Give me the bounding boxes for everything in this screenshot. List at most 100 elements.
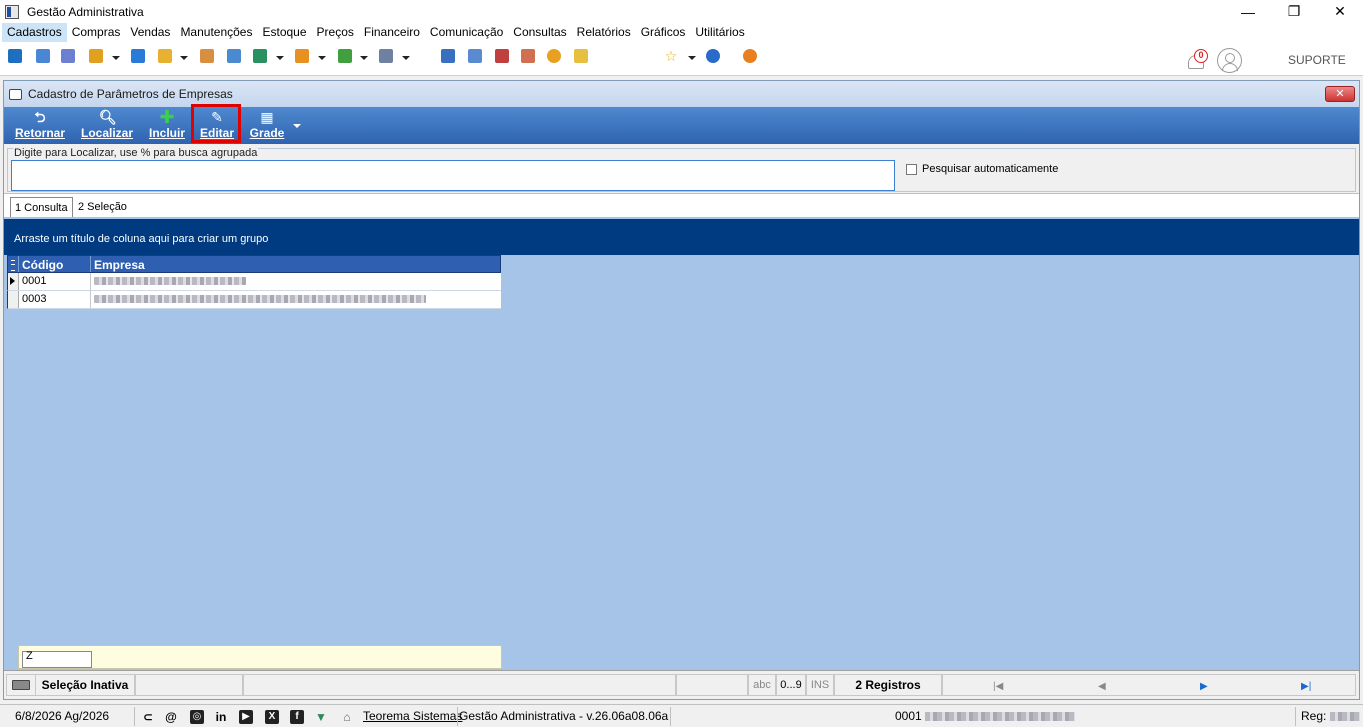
form-icon <box>9 88 22 100</box>
menu-bar: Cadastros Compras Vendas Manutenções Est… <box>0 23 1363 42</box>
form-close-button[interactable]: ✕ <box>1325 86 1355 102</box>
chevron-down-icon[interactable] <box>180 56 188 60</box>
chevron-down-icon[interactable] <box>688 56 696 60</box>
form-window: Cadastro de Parâmetros de Empresas ✕ ⮌ R… <box>3 80 1360 700</box>
localizar-button[interactable]: 🔍︎ Localizar <box>80 107 134 144</box>
footer-bar: 6/8/2026 Ag/2026 ⊂ @ ◎ in ▶ X f ▼ ⌂ Teor… <box>0 704 1363 727</box>
facebook-icon[interactable]: f <box>290 710 304 724</box>
cell-empresa[interactable] <box>91 291 501 308</box>
avatar[interactable] <box>1217 48 1242 73</box>
power-icon[interactable] <box>743 49 757 63</box>
chevron-down-icon[interactable] <box>318 56 326 60</box>
group-by-panel[interactable]: Arraste um título de coluna aqui para cr… <box>4 219 1359 255</box>
tab-consulta[interactable]: 1 Consulta <box>10 197 73 217</box>
lock-icon[interactable] <box>547 49 561 63</box>
retornar-button[interactable]: ⮌ Retornar <box>12 107 68 144</box>
star-icon[interactable]: ☆ <box>664 49 678 63</box>
search-panel: Digite para Localizar, use % para busca … <box>4 144 1359 194</box>
document-icon[interactable] <box>131 49 145 63</box>
restore-button[interactable]: ❐ <box>1271 0 1317 23</box>
form-title: Cadastro de Parâmetros de Empresas <box>28 87 233 101</box>
email-icon[interactable]: @ <box>164 710 178 724</box>
notification-bell-icon[interactable]: 0 <box>1186 49 1208 73</box>
menu-compras[interactable]: Compras <box>67 23 126 42</box>
status-ins: INS <box>806 674 834 696</box>
user-icon[interactable] <box>200 49 214 63</box>
instagram-icon[interactable]: ◎ <box>190 710 204 724</box>
id-card-icon[interactable] <box>61 49 75 63</box>
menu-cadastros[interactable]: Cadastros <box>2 23 67 42</box>
briefcase-icon[interactable] <box>8 49 22 63</box>
youtube-icon[interactable]: ▶ <box>239 710 253 724</box>
printer-icon[interactable] <box>379 49 393 63</box>
first-record-icon[interactable]: |◀ <box>993 681 1003 692</box>
icon-toolbar: ☆ 0 SUPORTE <box>0 42 1363 76</box>
auto-search-label[interactable]: Pesquisar automaticamente <box>922 163 1058 175</box>
chevron-down-icon[interactable] <box>112 56 120 60</box>
prev-record-icon[interactable]: ◀ <box>1098 681 1106 692</box>
spreadsheet-icon[interactable] <box>441 49 455 63</box>
chevron-down-icon[interactable] <box>402 56 410 60</box>
teorema-logo-icon[interactable]: ▼ <box>314 710 328 724</box>
search-input[interactable] <box>11 160 895 191</box>
x-icon[interactable]: X <box>265 710 279 724</box>
editar-highlight <box>191 104 241 143</box>
info-icon[interactable] <box>706 49 720 63</box>
schedule-icon[interactable] <box>521 49 535 63</box>
folder-icon[interactable] <box>295 49 309 63</box>
menu-comunicacao[interactable]: Comunicação <box>425 23 508 42</box>
menu-vendas[interactable]: Vendas <box>125 23 175 42</box>
headset-icon[interactable]: ⊂ <box>141 710 155 724</box>
column-header-empresa[interactable]: Empresa <box>91 256 500 272</box>
record-navigator: |◀ ◀ ▶ ▶| <box>942 674 1356 696</box>
calendar-icon[interactable] <box>495 49 509 63</box>
grid-header: Código Empresa <box>7 255 501 273</box>
close-button[interactable]: ✕ <box>1317 0 1363 23</box>
auto-search-checkbox[interactable] <box>906 164 917 175</box>
graduation-icon[interactable]: ⌂ <box>340 710 354 724</box>
filter-input[interactable]: Z <box>22 651 92 668</box>
table-row[interactable]: 0003 <box>7 291 501 309</box>
record-count: 2 Registros <box>834 674 942 696</box>
boxes-icon[interactable] <box>158 49 172 63</box>
redacted-user <box>925 712 1076 722</box>
cell-empresa[interactable] <box>91 273 501 290</box>
next-record-icon[interactable]: ▶ <box>1200 681 1208 692</box>
menu-precos[interactable]: Preços <box>312 23 359 42</box>
calculator-icon[interactable] <box>468 49 482 63</box>
chevron-down-icon[interactable] <box>293 124 301 128</box>
last-record-icon[interactable]: ▶| <box>1301 681 1311 692</box>
chevron-down-icon[interactable] <box>360 56 368 60</box>
orgchart-icon[interactable] <box>89 49 103 63</box>
user-name[interactable]: SUPORTE <box>1288 53 1346 67</box>
building-icon[interactable] <box>227 49 241 63</box>
menu-consultas[interactable]: Consultas <box>508 23 571 42</box>
title-bar: Gestão Administrativa — ❐ ✕ <box>0 0 1363 23</box>
incluir-button[interactable]: ✚ Incluir <box>147 107 187 144</box>
cell-codigo[interactable]: 0001 <box>19 273 91 290</box>
note-icon[interactable] <box>574 49 588 63</box>
menu-manutencoes[interactable]: Manutenções <box>175 23 257 42</box>
money-icon[interactable] <box>338 49 352 63</box>
table-row[interactable]: 0001 <box>7 273 501 291</box>
menu-graficos[interactable]: Gráficos <box>636 23 691 42</box>
reg-label: Reg: <box>1301 709 1360 723</box>
tab-selecao[interactable]: 2 Seleção <box>74 197 131 217</box>
menu-relatorios[interactable]: Relatórios <box>572 23 636 42</box>
minimize-button[interactable]: — <box>1225 0 1271 23</box>
cell-codigo[interactable]: 0003 <box>19 291 91 308</box>
chevron-down-icon[interactable] <box>276 56 284 60</box>
column-chooser-icon[interactable] <box>8 256 19 272</box>
menu-financeiro[interactable]: Financeiro <box>359 23 425 42</box>
search-legend: Digite para Localizar, use % para busca … <box>13 147 259 159</box>
grade-button[interactable]: ▦ Grade <box>247 107 287 144</box>
people-icon[interactable] <box>36 49 50 63</box>
menu-estoque[interactable]: Estoque <box>257 23 311 42</box>
column-header-codigo[interactable]: Código <box>19 256 91 272</box>
cart-icon[interactable] <box>253 49 267 63</box>
company-link[interactable]: Teorema Sistemas <box>363 709 462 723</box>
window-title: Gestão Administrativa <box>27 4 144 19</box>
linkedin-icon[interactable]: in <box>214 710 228 724</box>
menu-utilitarios[interactable]: Utilitários <box>690 23 749 42</box>
footer-date: 6/8/2026 Ag/2026 <box>15 709 110 723</box>
